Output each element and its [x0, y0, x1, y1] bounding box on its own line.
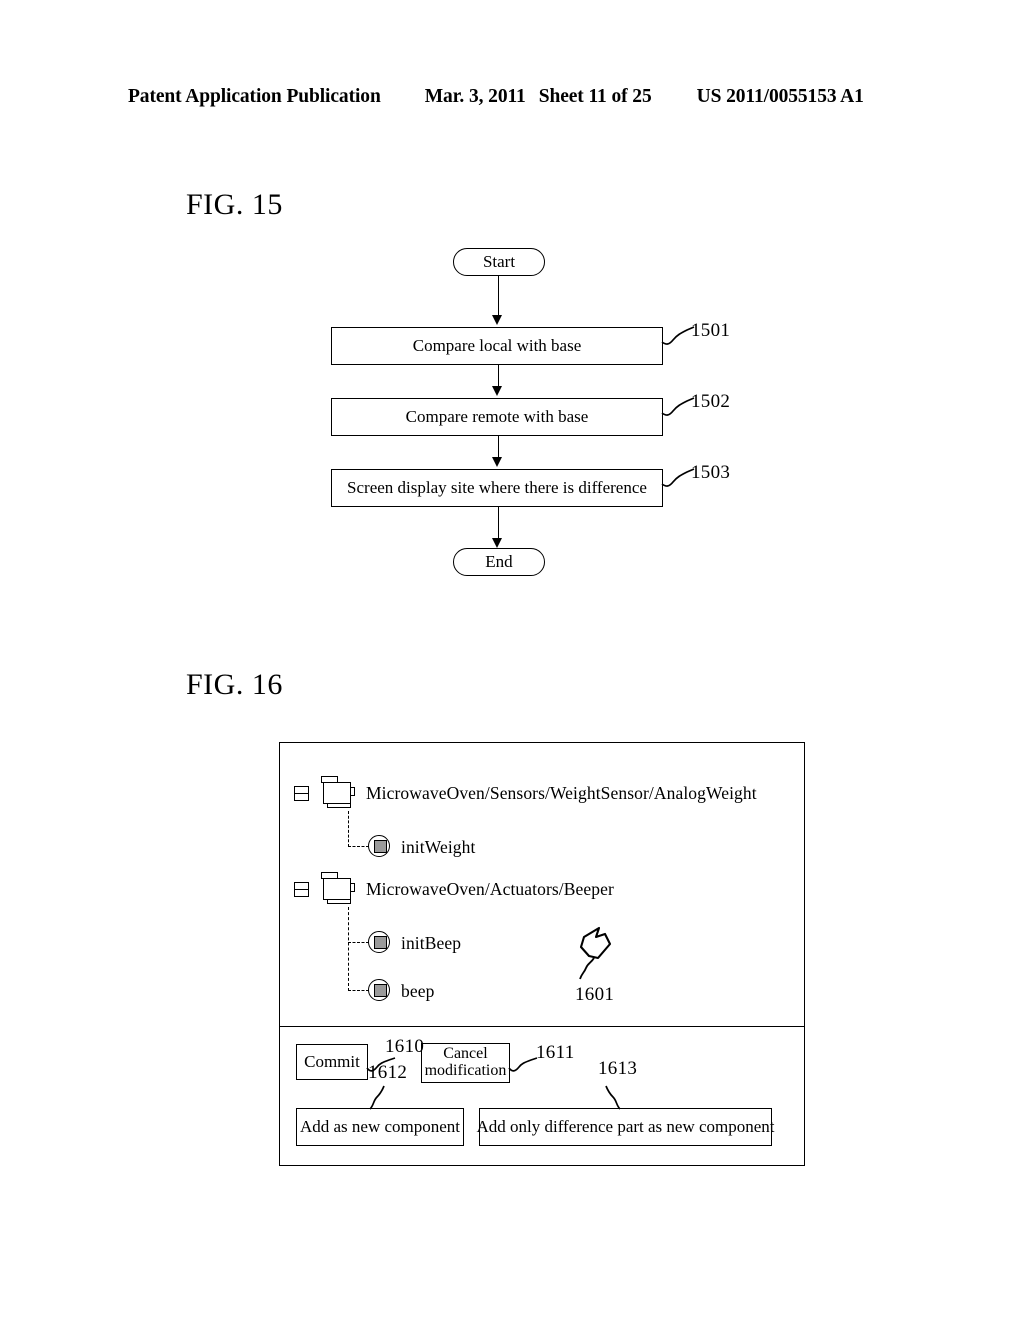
commit-button[interactable]: Commit	[296, 1044, 368, 1080]
page-header: Patent Application Publication Mar. 3, 2…	[128, 86, 896, 112]
tree-item-method-beep-label: beep	[401, 980, 435, 1001]
method-icon	[368, 979, 392, 1003]
collapse-minus-icon[interactable]	[294, 785, 309, 801]
sheet-number: Sheet 11 of 25	[538, 86, 652, 107]
callout-squiggle-1503	[661, 468, 695, 487]
flow-connector-1501-1502	[498, 365, 499, 388]
tree-connector-horizontal-2a	[348, 942, 369, 943]
document-number: US 2011/0055153 A1	[696, 86, 864, 107]
callout-1502: 1502	[691, 391, 731, 412]
pointer-1601-icon	[579, 926, 612, 980]
tree-item-component-1[interactable]: MicrowaveOven/Sensors/WeightSensor/Analo…	[294, 776, 757, 810]
tree-item-method-initweight[interactable]: initWeight	[368, 835, 475, 859]
tree-item-component-1-label: MicrowaveOven/Sensors/WeightSensor/Analo…	[366, 782, 757, 803]
flow-node-1503-label: Screen display site where there is diffe…	[347, 477, 647, 497]
flow-node-1503: Screen display site where there is diffe…	[331, 469, 663, 507]
commit-button-label: Commit	[304, 1052, 360, 1072]
figure-15-title: FIG. 15	[186, 188, 283, 221]
callout-1613: 1613	[598, 1058, 638, 1079]
add-as-new-component-button-label: Add as new component	[299, 1117, 461, 1137]
flow-connector-start-1501	[498, 276, 499, 317]
flow-connector-1503-end	[498, 507, 499, 540]
collapse-minus-icon[interactable]	[294, 881, 309, 897]
flow-node-start: Start	[453, 248, 545, 276]
callout-1612: 1612	[368, 1062, 408, 1083]
tree-item-component-2-label: MicrowaveOven/Actuators/Beeper	[366, 878, 614, 899]
cancel-modification-button-label: Cancel modification	[424, 1045, 507, 1079]
flow-node-start-label: Start	[482, 252, 516, 271]
component-diff-panel: MicrowaveOven/Sensors/WeightSensor/Analo…	[279, 742, 805, 1166]
flow-node-1502: Compare remote with base	[331, 398, 663, 436]
tree-item-method-initbeep[interactable]: initBeep	[368, 931, 461, 955]
callout-1503: 1503	[691, 462, 731, 483]
tree-item-component-2[interactable]: MicrowaveOven/Actuators/Beeper	[294, 872, 614, 906]
tree-connector-vertical-2	[348, 907, 349, 991]
tree-item-method-initweight-label: initWeight	[401, 836, 476, 857]
component-icon	[317, 872, 357, 906]
callout-1601: 1601	[575, 984, 615, 1005]
cancel-modification-button[interactable]: Cancel modification	[421, 1043, 510, 1083]
callout-1611: 1611	[536, 1042, 575, 1063]
method-icon	[368, 931, 392, 955]
flow-arrowhead-1501	[492, 315, 502, 325]
flow-connector-1502-1503	[498, 436, 499, 459]
tree-item-method-beep[interactable]: beep	[368, 979, 434, 1003]
callout-squiggle-1501	[661, 326, 695, 345]
publication-date: Mar. 3, 2011	[424, 86, 526, 107]
tree-connector-horizontal-1	[348, 846, 369, 847]
flow-arrowhead-1502	[492, 386, 502, 396]
callout-1501: 1501	[691, 320, 731, 341]
callout-1610: 1610	[385, 1036, 425, 1057]
flow-arrowhead-1503	[492, 457, 502, 467]
tree-item-method-initbeep-label: initBeep	[401, 932, 462, 953]
flow-node-end: End	[453, 548, 545, 576]
flow-arrowhead-end	[492, 538, 502, 548]
figure-16-title: FIG. 16	[186, 668, 283, 701]
flow-node-1501: Compare local with base	[331, 327, 663, 365]
flow-node-end-label: End	[485, 552, 513, 571]
callout-squiggle-1502	[661, 397, 695, 416]
panel-divider	[280, 1026, 804, 1027]
component-icon	[317, 776, 357, 810]
tree-connector-vertical-1	[348, 811, 349, 847]
tree-connector-horizontal-2b	[348, 990, 369, 991]
add-as-new-component-button[interactable]: Add as new component	[296, 1108, 464, 1146]
method-icon	[368, 835, 392, 859]
add-difference-as-new-component-button[interactable]: Add only difference part as new componen…	[476, 1108, 775, 1146]
add-difference-as-new-component-button-label: Add only difference part as new componen…	[476, 1117, 775, 1137]
flow-node-1501-label: Compare local with base	[412, 335, 582, 355]
flow-node-1502-label: Compare remote with base	[405, 406, 589, 426]
publication-label: Patent Application Publication	[128, 86, 381, 107]
